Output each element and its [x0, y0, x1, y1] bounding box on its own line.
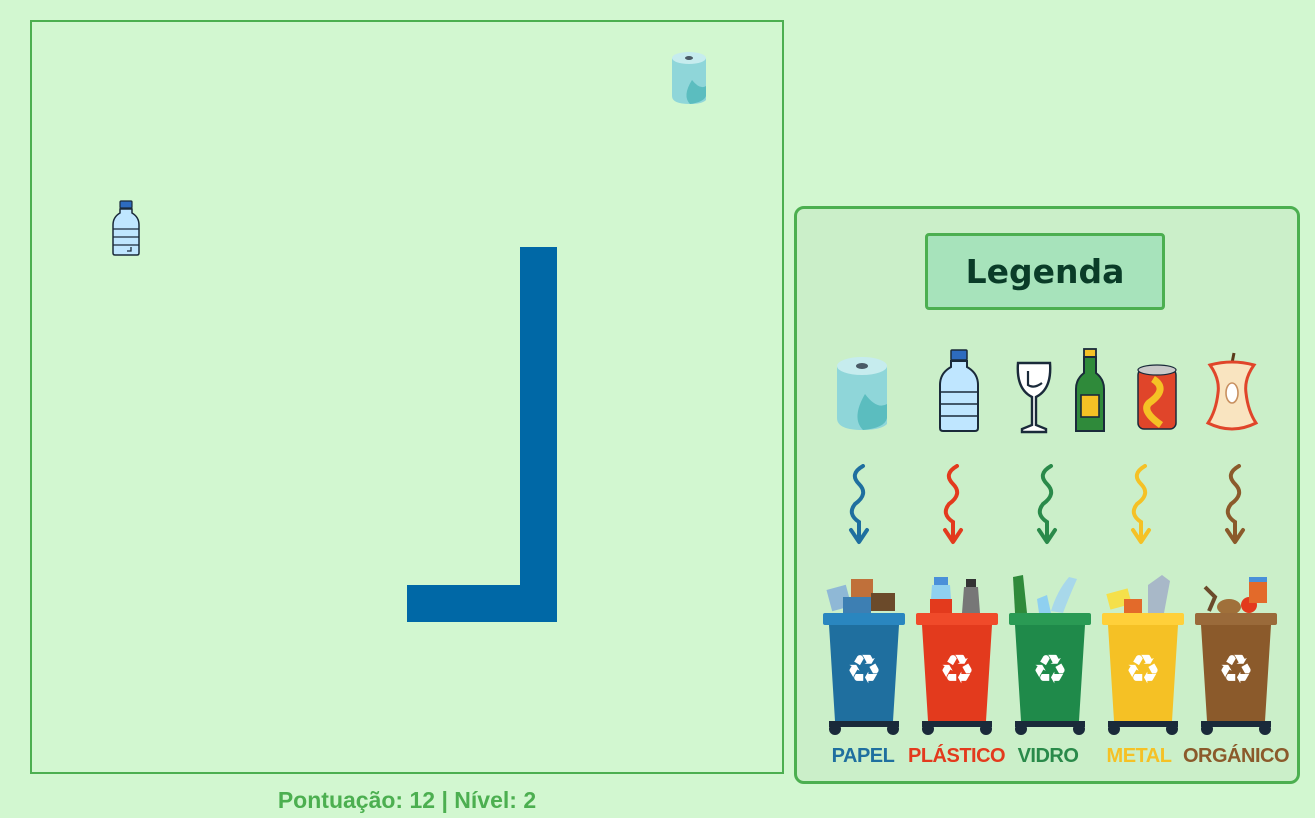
plastic-bottle-icon — [939, 349, 979, 432]
svg-text:♻: ♻ — [939, 647, 975, 693]
bin-label-organico: ORGÁNICO — [1183, 745, 1290, 767]
bin-label-plastico: PLÁSTICO — [908, 745, 1006, 767]
score-value: 12 — [409, 787, 436, 813]
wine-glass-icon — [1016, 361, 1052, 434]
paper-roll-icon — [837, 357, 887, 430]
snake-body-vertical — [520, 247, 557, 622]
score-label: Pontuação — [277, 787, 396, 813]
paper-bin-icon: ♻ — [823, 579, 905, 735]
arrow-down-icon — [1131, 464, 1151, 544]
score-display: Pontuação: 12 | Nível: 2 — [277, 787, 537, 813]
plastic-bin-icon: ♻ — [916, 577, 998, 735]
apple-core-icon — [1205, 352, 1259, 431]
metal-bin-icon: ♻ — [1102, 575, 1184, 735]
legend-title-box: Legenda — [925, 233, 1165, 310]
svg-text:♻: ♻ — [846, 647, 882, 693]
bin-label-papel: PAPEL — [831, 745, 895, 767]
legend-panel: Legenda ♻ ♻ ♻ ♻ ♻ PAPEL PLÁSTICO VIDRO M… — [794, 206, 1300, 784]
glass-bottle-icon — [1075, 348, 1105, 432]
level-label: Nível — [454, 787, 510, 813]
bin-label-metal: METAL — [1106, 745, 1172, 767]
level-value: 2 — [523, 787, 537, 813]
svg-text:♻: ♻ — [1125, 647, 1161, 693]
svg-text:♻: ♻ — [1218, 647, 1254, 693]
arrow-down-icon — [849, 464, 869, 544]
soda-can-icon — [1137, 364, 1177, 430]
arrow-down-icon — [1037, 464, 1057, 544]
svg-text:♻: ♻ — [1032, 647, 1068, 693]
game-board[interactable] — [30, 20, 784, 774]
legend-title: Legenda — [965, 252, 1125, 291]
arrow-down-icon — [943, 464, 963, 544]
snake-body-horizontal — [407, 585, 557, 622]
glass-bin-icon: ♻ — [1009, 575, 1091, 735]
bin-label-vidro: VIDRO — [1017, 745, 1079, 767]
plastic-bottle-icon — [112, 200, 140, 256]
paper-roll-icon — [672, 52, 706, 104]
organic-bin-icon: ♻ — [1195, 577, 1277, 735]
arrow-down-icon — [1225, 464, 1245, 544]
